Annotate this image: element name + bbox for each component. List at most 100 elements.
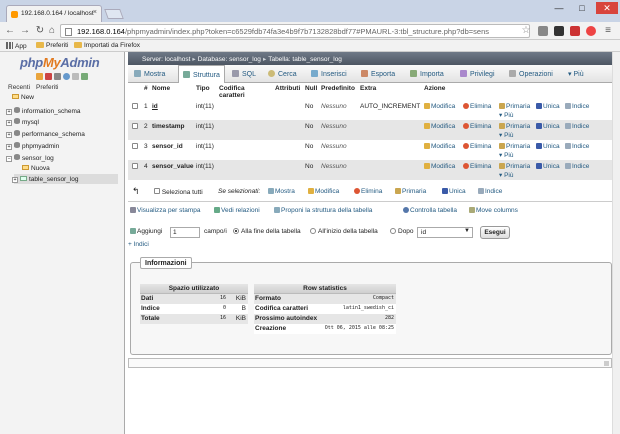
tree-item-phpmyadmin[interactable]: + phpmyadmin — [6, 142, 59, 150]
new-tab-button[interactable] — [104, 9, 124, 19]
relation-view-link[interactable]: Vedi relazioni — [214, 207, 260, 214]
tab-favorites[interactable]: Preferiti — [36, 84, 58, 91]
select-all-checkbox[interactable] — [154, 188, 160, 194]
col-default[interactable]: Predefinito — [321, 85, 355, 92]
address-bar[interactable]: 192.168.0.164/phpmyadmin/index.php?token… — [60, 24, 530, 38]
col-extra[interactable]: Extra — [360, 85, 376, 92]
expand-icon[interactable]: + — [6, 132, 12, 138]
index-action[interactable]: Indice — [565, 123, 589, 130]
sql-query-icon[interactable] — [54, 73, 61, 80]
tree-item-new-table[interactable]: Nuova — [22, 165, 50, 172]
window-close-button[interactable]: ✕ — [596, 2, 618, 14]
delete-action[interactable]: Elimina — [463, 123, 491, 130]
edit-action[interactable]: Modifica — [424, 103, 455, 110]
select-all[interactable]: Seleziona tutti — [154, 188, 203, 196]
menu-icon[interactable]: ≡ — [602, 25, 614, 37]
bulk-primary[interactable]: Primaria — [395, 188, 426, 195]
help-icon[interactable] — [63, 73, 70, 80]
home-icon[interactable] — [36, 73, 43, 80]
primary-action[interactable]: Primaria — [499, 123, 530, 130]
expand-icon[interactable]: + — [6, 109, 12, 115]
edit-action[interactable]: Modifica — [424, 163, 455, 170]
col-null[interactable]: Null — [305, 85, 317, 92]
tree-item-performance-schema[interactable]: + performance_schema — [6, 130, 85, 138]
bulk-unique[interactable]: Unica — [442, 188, 466, 195]
star-icon[interactable]: ☆ — [520, 25, 532, 37]
primary-action[interactable]: Primaria — [499, 103, 530, 110]
bulk-index[interactable]: Indice — [478, 188, 502, 195]
col-name[interactable]: Nome — [152, 85, 170, 92]
bookmark-firefox-imports[interactable]: Importati da Firefox — [74, 42, 140, 49]
browser-tab[interactable]: 192.168.0.164 / localhost × — [6, 5, 102, 22]
tree-item-table-sensor-log[interactable]: + table_sensor_log — [12, 176, 79, 183]
unique-action[interactable]: Unica — [536, 123, 560, 130]
tab-struttura[interactable]: Struttura — [178, 65, 225, 83]
maximize-button[interactable]: □ — [573, 2, 591, 14]
expand-icon[interactable]: + — [6, 120, 12, 126]
bulk-browse[interactable]: Mostra — [268, 188, 295, 195]
index-action[interactable]: Indice — [565, 103, 589, 110]
unique-action[interactable]: Unica — [536, 103, 560, 110]
more-actions[interactable]: ▾ Più — [499, 171, 513, 179]
reload-icon[interactable]: ↻ — [34, 25, 46, 37]
tab-privilegi[interactable]: Privilegi — [460, 65, 495, 83]
col-type[interactable]: Tipo — [196, 85, 210, 92]
more-actions[interactable]: ▾ Più — [499, 131, 513, 139]
docs-icon[interactable] — [72, 73, 79, 80]
expand-icon[interactable]: + — [6, 144, 12, 150]
unique-action[interactable]: Unica — [536, 143, 560, 150]
console-toggle-icon[interactable] — [604, 361, 609, 366]
after-column-select[interactable]: id ▼ — [417, 227, 473, 238]
tab-cerca[interactable]: Cerca — [268, 65, 297, 83]
field-count-input[interactable]: 1 — [170, 227, 200, 238]
tab-close-icon[interactable]: × — [93, 9, 97, 16]
edit-action[interactable]: Modifica — [424, 143, 455, 150]
expand-icon[interactable]: + — [12, 177, 18, 183]
tab-importa[interactable]: Importa — [410, 65, 444, 83]
row-checkbox[interactable] — [132, 103, 138, 109]
execute-button[interactable]: Esegui — [480, 226, 510, 239]
row-checkbox[interactable] — [132, 143, 138, 149]
adblock-icon[interactable] — [570, 26, 580, 36]
tree-item-mysql[interactable]: + mysql — [6, 118, 39, 126]
forward-icon[interactable]: → — [19, 25, 31, 37]
breadcrumb-database[interactable]: Database: sensor_log — [198, 56, 261, 63]
vertical-scrollbar[interactable] — [612, 52, 620, 434]
bookmark-preferiti[interactable]: Preferiti — [36, 42, 68, 49]
primary-action[interactable]: Primaria — [499, 143, 530, 150]
tree-item-new[interactable]: New — [12, 94, 34, 101]
extension-icon[interactable] — [538, 26, 548, 36]
back-icon[interactable]: ← — [4, 25, 16, 37]
home-icon[interactable]: ⌂ — [46, 25, 58, 37]
col-collation[interactable]: Codifica caratteri — [219, 85, 269, 99]
bookmark-apps[interactable]: App — [6, 42, 27, 50]
move-columns-link[interactable]: Move columns — [469, 207, 518, 214]
phpmyadmin-logo[interactable]: phpMyAdmin — [20, 55, 100, 70]
more-actions[interactable]: ▾ Più — [499, 111, 513, 119]
tab-recent[interactable]: Recenti — [8, 84, 30, 91]
tab-operazioni[interactable]: Operazioni — [509, 65, 553, 83]
glasses-extension-icon[interactable] — [554, 26, 564, 36]
index-action[interactable]: Indice — [565, 163, 589, 170]
delete-action[interactable]: Elimina — [463, 103, 491, 110]
row-checkbox[interactable] — [132, 163, 138, 169]
tree-item-information-schema[interactable]: + information_schema — [6, 107, 81, 115]
tree-item-sensor-log[interactable]: − sensor_log — [6, 154, 54, 162]
tab-inserisci[interactable]: Inserisci — [311, 65, 347, 83]
more-actions[interactable]: ▾ Più — [499, 151, 513, 159]
extension-red-icon[interactable] — [586, 26, 596, 36]
tab-sql[interactable]: SQL — [232, 65, 256, 83]
print-view-link[interactable]: Visualizza per stampa — [130, 207, 200, 214]
col-attributes[interactable]: Attributi — [275, 85, 300, 92]
delete-action[interactable]: Elimina — [463, 143, 491, 150]
primary-action[interactable]: Primaria — [499, 163, 530, 170]
unique-action[interactable]: Unica — [536, 163, 560, 170]
breadcrumb-table[interactable]: Tabella: table_sensor_log — [268, 56, 342, 63]
propose-structure-link[interactable]: Proponi la struttura della tabella — [274, 207, 372, 214]
radio-at-start[interactable]: All'inizio della tabella — [310, 228, 378, 235]
collapse-icon[interactable]: − — [6, 156, 12, 162]
logout-icon[interactable] — [45, 73, 52, 80]
radio-at-end[interactable]: Alla fine della tabella — [233, 228, 301, 235]
row-checkbox[interactable] — [132, 123, 138, 129]
bulk-edit[interactable]: Modifica — [308, 188, 339, 195]
